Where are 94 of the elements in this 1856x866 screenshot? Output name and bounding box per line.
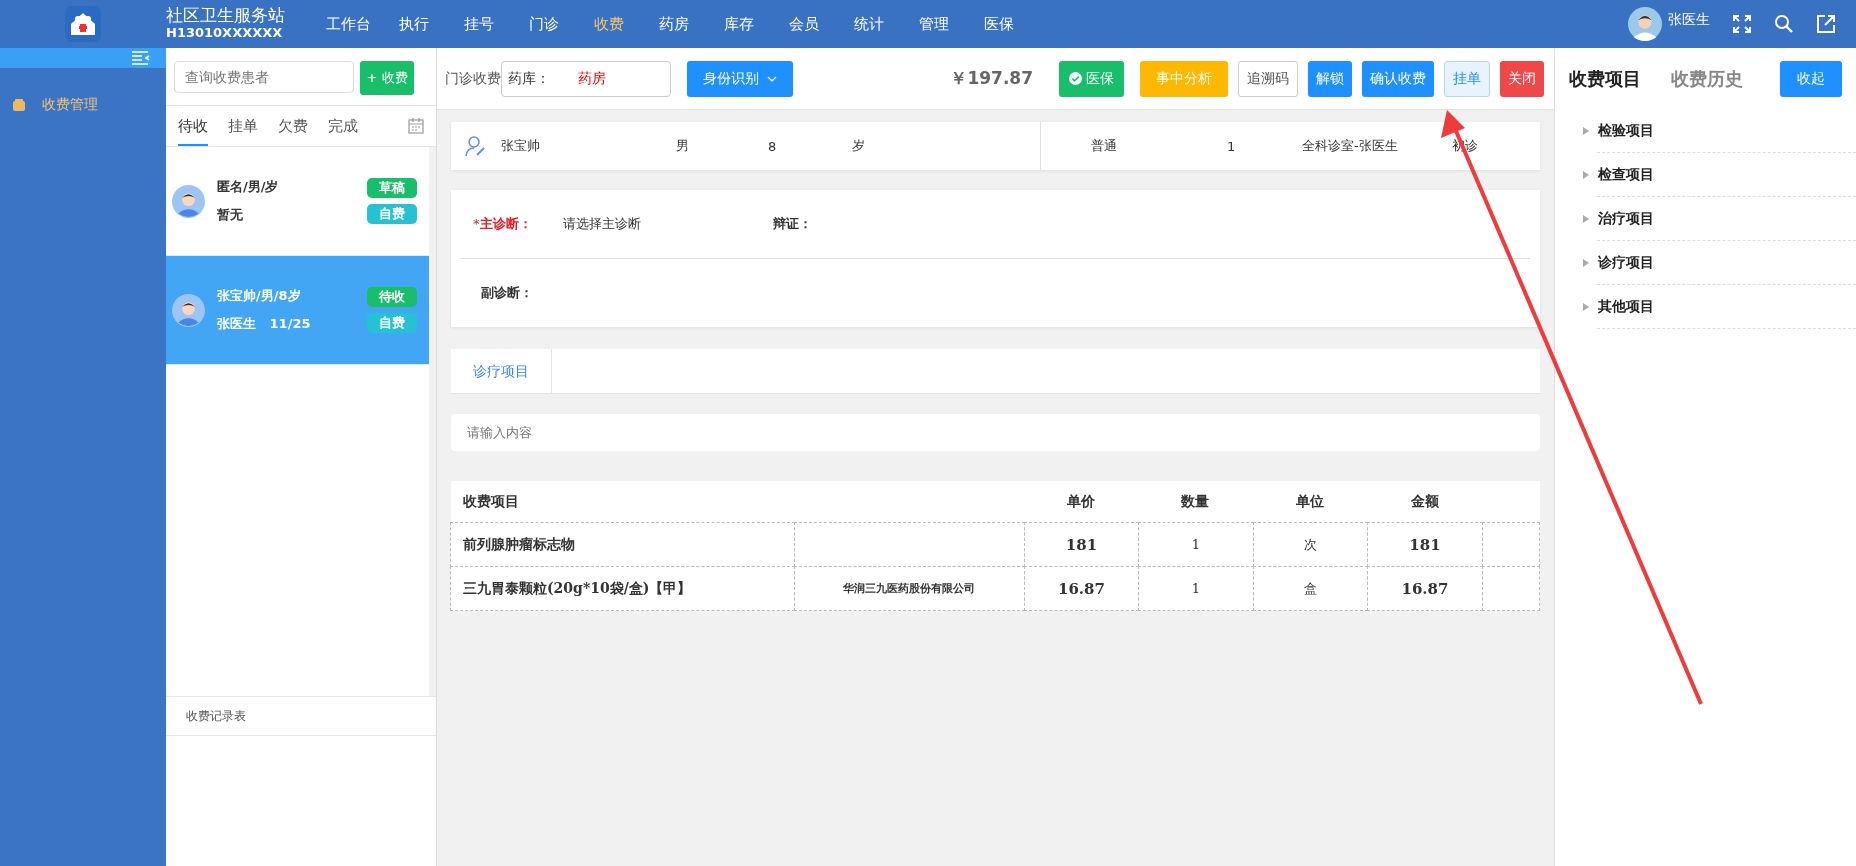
patient-card[interactable]: 张宝帅/男/8岁 张医生 11/25 待收 自费 xyxy=(166,256,429,365)
total-amount: ￥197.87 xyxy=(950,67,1033,90)
patient-card[interactable]: 匿名/男/岁 暂无 草稿 自费 xyxy=(166,147,429,256)
category-item[interactable]: 检验项目 xyxy=(1583,109,1856,153)
syndrome-label: 辩证： xyxy=(773,215,812,233)
user-name[interactable]: 张医生 xyxy=(1668,11,1710,29)
nav-tab[interactable]: 药房 xyxy=(641,14,706,34)
patient-tab[interactable]: 挂单 xyxy=(228,106,258,146)
patient-tab[interactable]: 待收 xyxy=(178,106,208,146)
toolbar-button[interactable]: 解锁 xyxy=(1308,60,1352,97)
patient-info-text: 8 xyxy=(768,138,778,154)
patient-summary: 张宝帅/男/8岁 xyxy=(217,287,302,305)
table-cell: 16.87 xyxy=(1023,566,1140,611)
table-cell: 华润三九医药股份有限公司 xyxy=(793,566,1025,611)
main-diagnosis-label: *主诊断： xyxy=(472,215,533,233)
nav-tab[interactable]: 统计 xyxy=(836,14,901,34)
items-tab[interactable]: 诊疗项目 xyxy=(451,349,552,393)
patient-detail: 张医生 11/25 xyxy=(217,315,312,333)
patient-info-text: 张宝帅 xyxy=(501,137,541,155)
doctor-avatar-icon[interactable] xyxy=(1628,7,1662,41)
patient-tab[interactable]: 完成 xyxy=(328,106,358,146)
collapse-menu-icon[interactable] xyxy=(132,51,150,65)
toolbar-button[interactable]: 挂单 xyxy=(1444,60,1490,97)
patient-summary: 匿名/男/岁 xyxy=(217,178,280,196)
column-header: 单位 xyxy=(1295,493,1326,511)
nav-tab[interactable]: 收费 xyxy=(576,14,641,34)
wallet-icon xyxy=(12,98,26,112)
org-code: H13010XXXXXX xyxy=(166,24,284,42)
category-item[interactable]: 其他项目 xyxy=(1583,285,1856,329)
patient-avatar-icon xyxy=(172,184,205,218)
toolbar-button[interactable]: 确认收费 xyxy=(1362,60,1434,97)
clinic-logo-icon xyxy=(65,6,101,42)
item-search-field[interactable]: 请输入内容 xyxy=(451,414,1540,451)
table-cell: 次 xyxy=(1252,522,1369,567)
user-edit-icon xyxy=(465,135,487,157)
patient-detail: 暂无 xyxy=(217,206,244,224)
charge-records-label[interactable]: 收费记录表 xyxy=(186,707,246,725)
status-tag: 待收 xyxy=(367,287,417,307)
add-charge-button[interactable]: + 收费 xyxy=(360,61,414,95)
store-field[interactable]: 药库： 药房 xyxy=(501,60,671,97)
page-title: 门诊收费 xyxy=(445,69,501,88)
toolbar-button[interactable]: 关闭 xyxy=(1500,60,1544,97)
nav-tab[interactable]: 医保 xyxy=(966,14,1031,34)
toolbar-button[interactable]: 医保 xyxy=(1059,60,1124,97)
nav-tab[interactable]: 会员 xyxy=(771,14,836,34)
table-cell: 1 xyxy=(1138,566,1254,611)
patient-tab[interactable]: 欠费 xyxy=(278,106,308,146)
column-header: 单价 xyxy=(1065,493,1096,511)
column-header: 金额 xyxy=(1409,493,1440,511)
nav-tab[interactable]: 工作台 xyxy=(316,14,381,34)
panel-tab[interactable]: 收费项目 xyxy=(1569,66,1641,91)
check-circle-icon xyxy=(1069,72,1082,85)
nav-tab[interactable]: 执行 xyxy=(381,14,446,34)
patient-info-text: 男 xyxy=(676,137,690,155)
category-item[interactable]: 检查项目 xyxy=(1583,153,1856,197)
visit-info-text: 1 xyxy=(1227,138,1237,154)
fullscreen-icon[interactable] xyxy=(1732,14,1752,34)
collapse-button[interactable]: 收起 xyxy=(1780,60,1842,97)
caret-icon xyxy=(767,75,777,82)
nav-tab[interactable]: 挂号 xyxy=(446,14,511,34)
status-tag: 草稿 xyxy=(367,178,417,198)
toolbar-button[interactable]: 追溯码 xyxy=(1238,60,1298,97)
status-tag: 自费 xyxy=(367,204,417,224)
visit-info-text: 全科诊室-张医生 xyxy=(1302,137,1399,155)
column-header: 收费项目 xyxy=(462,493,520,511)
visit-info-text: 普通 xyxy=(1091,137,1118,155)
sidebar-item-label: 收费管理 xyxy=(42,96,98,114)
external-link-icon[interactable] xyxy=(1816,14,1836,34)
org-name: 社区卫生服务站 xyxy=(166,6,286,24)
table-cell: 前列腺肿瘤标志物 xyxy=(450,522,795,567)
column-header: 数量 xyxy=(1180,493,1211,511)
table-cell: 181 xyxy=(1367,522,1483,567)
table-cell xyxy=(1481,522,1540,567)
nav-tab[interactable]: 库存 xyxy=(706,14,771,34)
table-cell: 三九胃泰颗粒(20g*10袋/盒)【甲】 xyxy=(450,566,795,611)
secondary-diagnosis-label: 副诊断： xyxy=(480,284,533,302)
nav-tab[interactable]: 管理 xyxy=(901,14,966,34)
table-cell: 181 xyxy=(1023,522,1140,567)
patient-avatar-icon xyxy=(172,293,205,327)
table-cell: 盒 xyxy=(1252,566,1369,611)
status-tag: 自费 xyxy=(367,313,417,333)
main-diagnosis-field[interactable]: 请选择主诊断 xyxy=(563,215,773,233)
category-item[interactable]: 诊疗项目 xyxy=(1583,241,1856,285)
sidebar-item[interactable]: 收费管理 xyxy=(0,68,166,114)
patient-search-field[interactable]: 查询收费患者 xyxy=(174,61,354,93)
id-recognition-button[interactable]: 身份识别 xyxy=(687,60,793,97)
table-cell: 16.87 xyxy=(1367,566,1483,611)
nav-tab[interactable]: 门诊 xyxy=(511,14,576,34)
search-icon[interactable] xyxy=(1774,14,1794,34)
table-cell xyxy=(1481,566,1540,611)
category-item[interactable]: 治疗项目 xyxy=(1583,197,1856,241)
patient-info-text: 岁 xyxy=(852,137,865,155)
table-cell: 1 xyxy=(1138,522,1254,567)
panel-tab[interactable]: 收费历史 xyxy=(1671,66,1743,91)
